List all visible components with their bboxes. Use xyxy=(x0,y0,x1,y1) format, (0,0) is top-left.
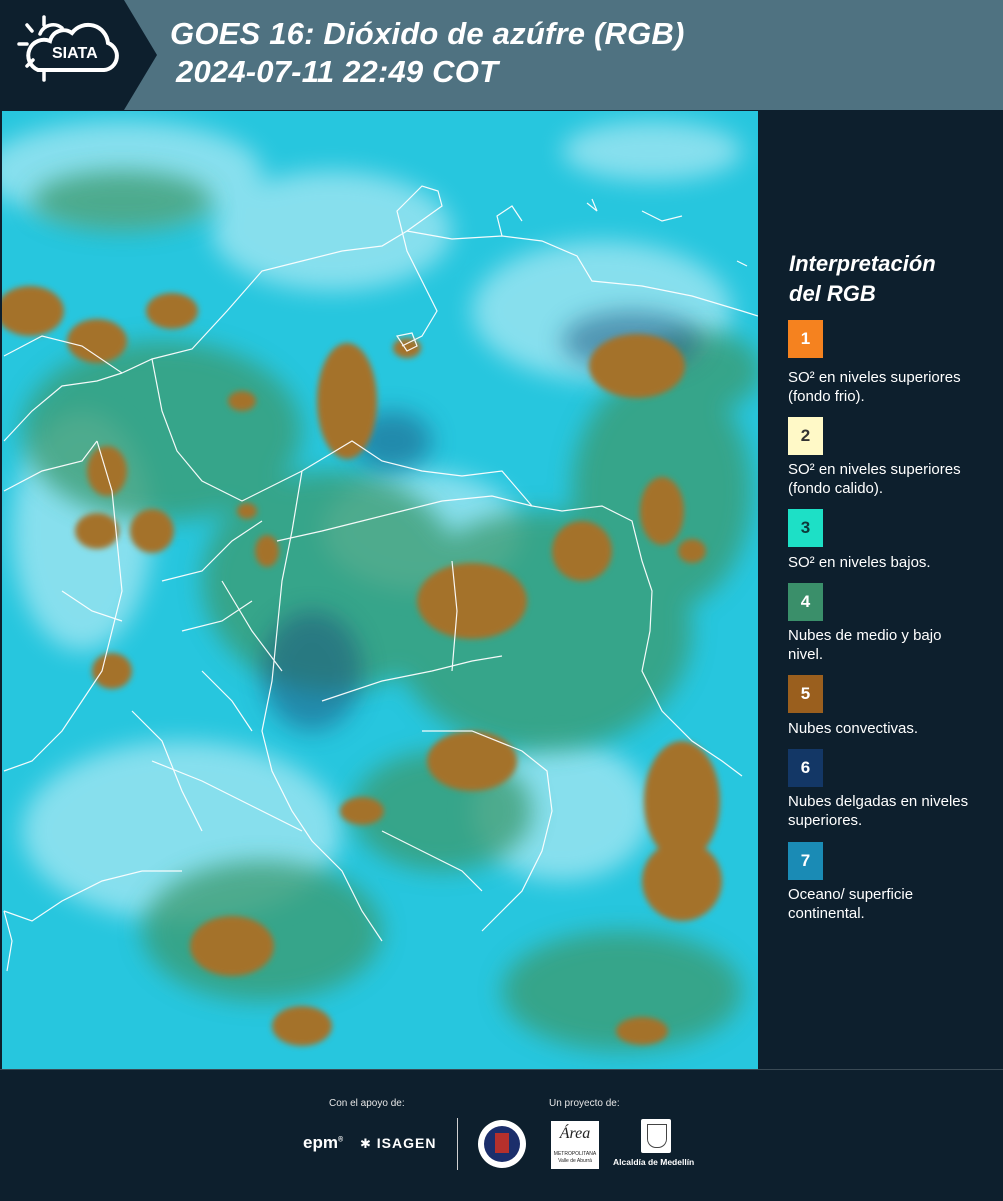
area-metropolitana-logo: Área METROPOLITANA Valle de Aburrá xyxy=(551,1121,599,1169)
isagen-logo: ✱ ISAGEN xyxy=(360,1135,436,1152)
area-logo-sub2: Valle de Aburrá xyxy=(558,1158,592,1164)
legend-swatch-1: 1 xyxy=(788,320,823,358)
legend-swatch-7: 7 xyxy=(788,842,823,880)
epm-logo-text: epm xyxy=(303,1133,338,1152)
legend-swatch-2: 2 xyxy=(788,417,823,455)
isagen-logo-text: ISAGEN xyxy=(376,1135,437,1151)
legend-swatch-5: 5 xyxy=(788,675,823,713)
area-logo-word: Área xyxy=(559,1125,591,1142)
alcaldia-label: Alcaldía de Medellín xyxy=(613,1157,695,1167)
footer-divider xyxy=(457,1118,458,1170)
support-caption: Con el apoyo de: xyxy=(329,1098,405,1109)
legend-title-line2: del RGB xyxy=(789,281,876,306)
siata-logo-text: SIATA xyxy=(52,45,98,62)
legend-panel: Interpretación del RGB 1 SO² en niveles … xyxy=(760,111,1003,1069)
epm-logo: epm® xyxy=(303,1133,344,1152)
legend-label-5: Nubes convectivas. xyxy=(788,720,919,737)
header-bar: SIATA GOES 16: Dióxido de azúfre (RGB) 2… xyxy=(0,0,1003,110)
legend-label-4: Nubes de medio y bajo nivel. xyxy=(788,627,942,663)
satellite-map[interactable] xyxy=(2,111,758,1069)
project-caption: Un proyecto de: xyxy=(549,1098,620,1109)
footer: Con el apoyo de: Un proyecto de: epm® ✱ … xyxy=(0,1069,1003,1201)
medellin-coat-of-arms-icon xyxy=(641,1119,671,1153)
legend-label-1: SO² en niveles superiores (fondo frio). xyxy=(788,369,961,405)
page-title: GOES 16: Dióxido de azúfre (RGB) xyxy=(170,16,685,51)
legend-swatch-3: 3 xyxy=(788,509,823,547)
isagen-icon: ✱ xyxy=(360,1136,372,1151)
legend-title-line1: Interpretación xyxy=(789,251,936,276)
page-timestamp: 2024-07-11 22:49 COT xyxy=(176,54,499,89)
legend-label-6: Nubes delgadas en niveles superiores. xyxy=(788,793,969,829)
legend-swatch-4: 4 xyxy=(788,583,823,621)
legend-label-7: Oceano/ superficie continental. xyxy=(788,886,914,922)
legend-label-3: SO² en niveles bajos. xyxy=(788,554,931,571)
satellite-image xyxy=(2,111,758,1069)
university-seal-logo xyxy=(478,1120,526,1168)
siata-logo: SIATA xyxy=(0,0,157,110)
area-logo-sub1: METROPOLITANA xyxy=(553,1151,597,1157)
legend-title: Interpretación del RGB xyxy=(789,249,989,309)
legend-swatch-6: 6 xyxy=(788,749,823,787)
legend-label-2: SO² en niveles superiores (fondo calido)… xyxy=(788,461,961,497)
